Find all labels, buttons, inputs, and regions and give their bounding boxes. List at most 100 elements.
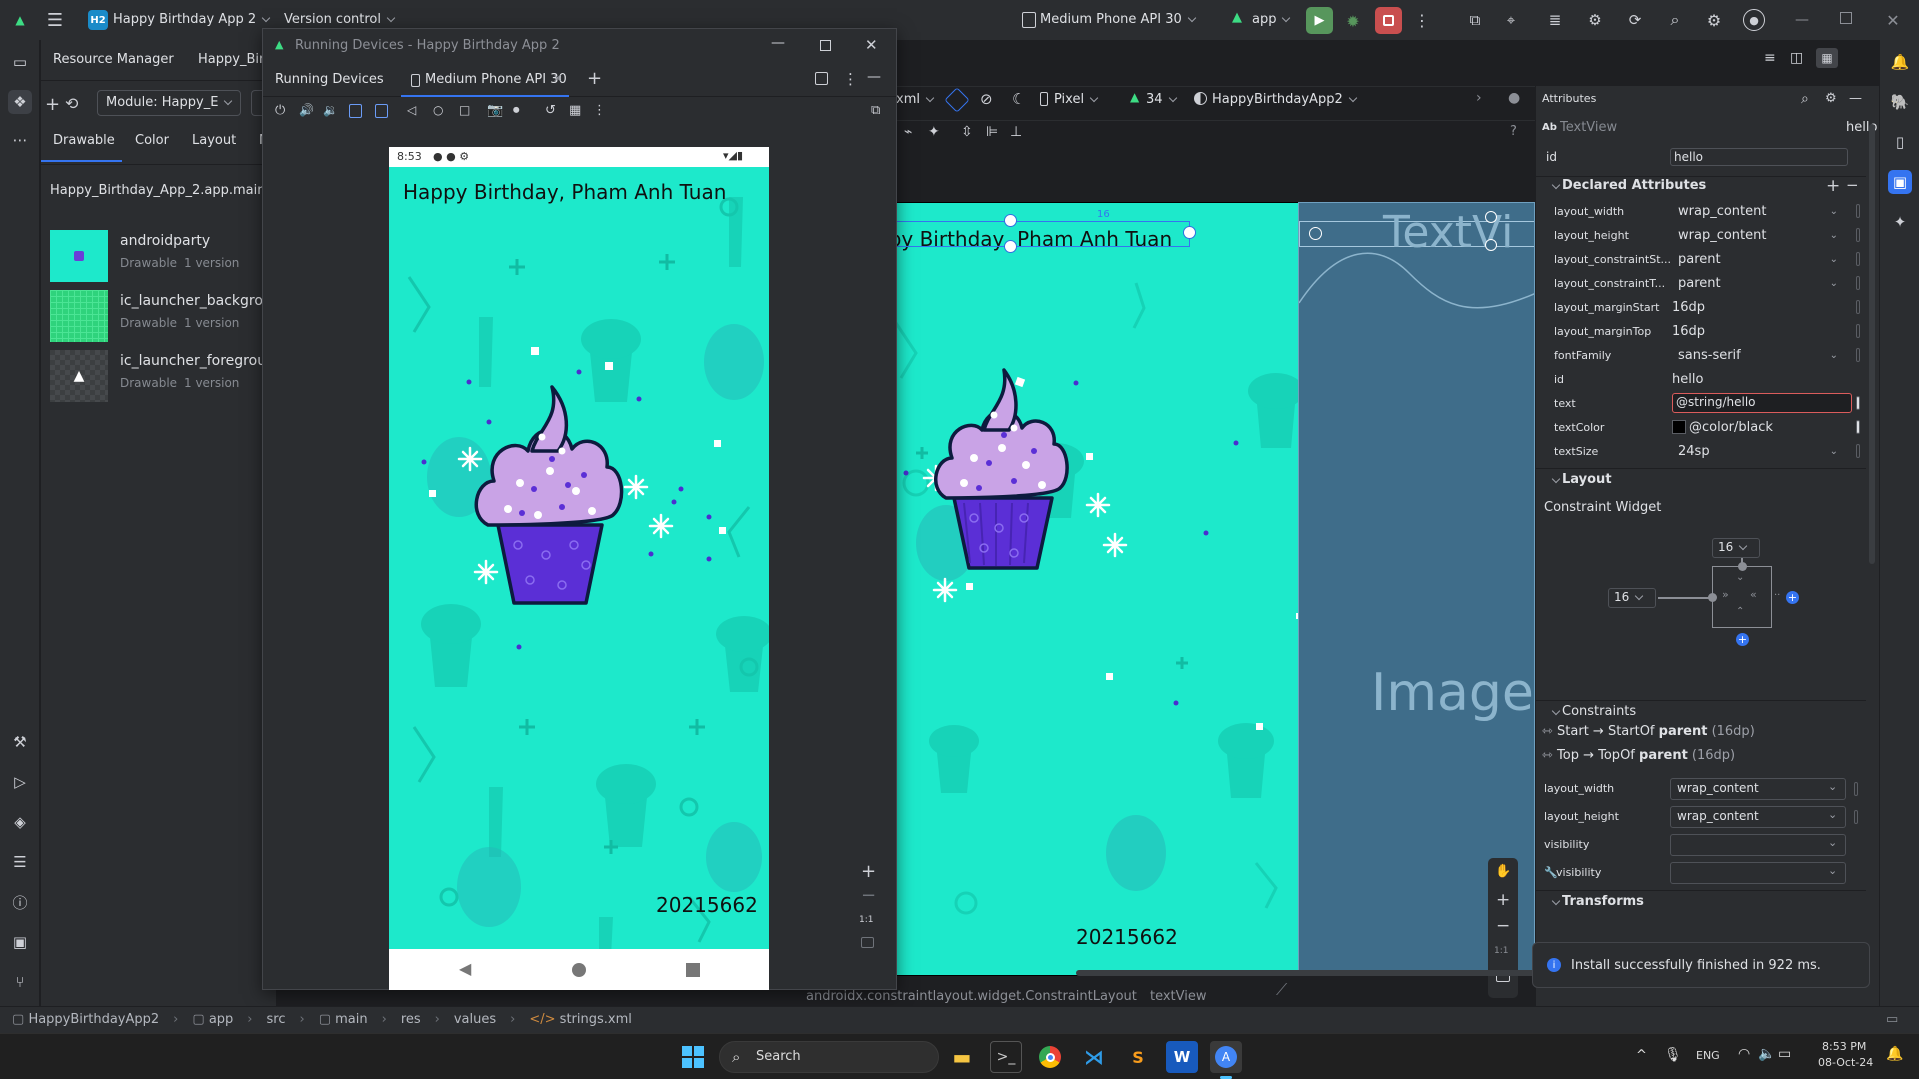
breadcrumb-values[interactable]: values — [454, 1012, 496, 1027]
size-row[interactable]: 🔧 visibility ⌄ — [1544, 862, 1864, 886]
tab-close-icon[interactable]: ✕ — [553, 72, 562, 85]
android-studio-taskbar-icon[interactable]: A — [1210, 1041, 1242, 1073]
breadcrumb-constraint-layout[interactable]: androidx.constraintlayout.widget.Constra… — [806, 989, 1137, 1004]
nav-recents-icon[interactable] — [686, 963, 700, 977]
attr-row[interactable]: text @string/hello — [1554, 391, 1874, 415]
chevron-down-icon[interactable]: ⌄ — [1828, 780, 1837, 793]
gradle-icon[interactable]: ⚙ — [1584, 10, 1606, 30]
more-actions-icon[interactable]: ⋮ — [1412, 9, 1432, 31]
attr-row[interactable]: fontFamily sans-serif ⌄ — [1554, 343, 1874, 367]
main-menu-icon[interactable]: ☰ — [45, 10, 65, 31]
vcs-selector[interactable]: Version control — [284, 12, 394, 27]
attributes-scrollbar[interactable] — [1869, 124, 1875, 564]
attr-row[interactable]: layout_marginStart 16dp — [1554, 295, 1874, 319]
blueprint-anchor[interactable] — [1485, 239, 1497, 251]
debug-icon[interactable]: ✹ — [1341, 9, 1365, 33]
blueprint-anchor[interactable] — [1485, 211, 1497, 223]
expand-toolbar-icon[interactable]: › — [1476, 90, 1482, 106]
attr-value[interactable]: wrap_content — [1678, 228, 1766, 243]
baseline-icon[interactable]: ⊥ — [1010, 124, 1022, 140]
nav-back-icon[interactable]: ◀ — [459, 959, 471, 978]
constraint-start[interactable]: ⇿ Start → StartOf parent (16dp) — [1542, 724, 1755, 739]
attr-row[interactable]: layout_width wrap_content ⌄ — [1554, 199, 1874, 223]
attr-value[interactable]: wrap_content — [1678, 204, 1766, 219]
window-close-icon[interactable]: ✕ — [865, 36, 878, 54]
transforms-collapse-icon[interactable] — [1546, 895, 1559, 910]
signature-textview-preview[interactable]: 20215662 — [1076, 925, 1178, 949]
word-icon[interactable]: W — [1166, 1041, 1198, 1073]
more-tools-icon[interactable]: ⋯ — [8, 128, 32, 152]
refresh-icon[interactable]: ⟲ — [65, 94, 78, 113]
layout-inspector-icon[interactable]: ▦ — [569, 103, 581, 118]
guidelines-icon[interactable]: ⇳ — [961, 124, 973, 140]
gradle-window-icon[interactable]: 🐘 — [1888, 90, 1912, 114]
pan-hand-icon[interactable]: ✋ — [1495, 864, 1511, 879]
zoom-out-icon[interactable]: − — [1496, 916, 1510, 936]
search-icon[interactable]: ⌕ — [1664, 10, 1686, 30]
home-icon[interactable]: ○ — [433, 103, 443, 117]
gemini-icon[interactable]: ✦ — [1888, 210, 1912, 234]
tab-layout[interactable]: Layout — [192, 133, 236, 148]
chevron-down-icon[interactable]: ⌄ — [1830, 350, 1838, 361]
install-notification[interactable]: i Install successfully finished in 922 m… — [1532, 942, 1870, 988]
attr-row[interactable]: layout_constraintSt... parent ⌄ — [1554, 247, 1874, 271]
run-config-selector[interactable]: app — [1252, 12, 1289, 27]
breadcrumb-src[interactable]: src — [267, 1012, 286, 1027]
attr-row[interactable]: textColor @color/black — [1554, 415, 1874, 439]
color-swatch[interactable] — [1672, 420, 1686, 434]
breadcrumb-main[interactable]: ▢ main — [319, 1012, 368, 1027]
attr-value[interactable]: parent — [1678, 276, 1721, 291]
more-device-actions-icon[interactable]: ⋮ — [593, 103, 606, 118]
wifi-icon[interactable]: ◠ — [1738, 1046, 1750, 1062]
tab-color[interactable]: Color — [135, 133, 169, 148]
notifications-icon[interactable]: 🔔 — [1888, 50, 1912, 74]
project-folder-icon[interactable]: ▭ — [8, 50, 32, 74]
help-icon[interactable]: ? — [1510, 124, 1517, 139]
phone-screen[interactable]: 8:53 ● ● ⚙ ▾◢▮ Happy Birthday, Pham Anh … — [389, 147, 769, 990]
chevron-down-icon[interactable]: ⌄ — [1828, 836, 1837, 849]
size-row[interactable]: layout_height wrap_content ⌄ — [1544, 806, 1864, 830]
zoom-actual-size[interactable]: 1:1 — [859, 915, 873, 925]
attr-value[interactable]: 24sp — [1678, 444, 1710, 459]
app-inspection-icon[interactable]: ⌖ — [1500, 10, 1522, 30]
zoom-fit-icon[interactable] — [861, 937, 874, 948]
attr-row[interactable]: textSize 24sp ⌄ — [1554, 439, 1874, 463]
logcat-window-icon[interactable]: ☰ — [8, 850, 32, 874]
breadcrumb-app[interactable]: ▢ app — [192, 1012, 233, 1027]
constraint-top[interactable]: ⇿ Top → TopOf parent (16dp) — [1542, 748, 1735, 763]
infer-constraints-icon[interactable]: ⌁ — [904, 124, 912, 140]
bottom-anchor-handle[interactable] — [1004, 240, 1017, 253]
clock-time[interactable]: 8:53 PM — [1822, 1040, 1866, 1053]
list-item[interactable]: ic_launcher_backgrou Drawable 1 version — [50, 290, 276, 346]
screen-record-icon[interactable]: ⏺ — [513, 103, 520, 118]
device-selector-design[interactable]: Pixel — [1054, 92, 1097, 107]
orientation-icon[interactable]: ⊘ — [980, 90, 993, 108]
terminal-app-icon[interactable]: >_ — [990, 1041, 1022, 1073]
file-type-selector[interactable]: xml — [896, 92, 933, 107]
back-icon[interactable]: ◁ — [407, 103, 416, 117]
nav-home-icon[interactable] — [572, 963, 586, 977]
chevron-down-icon[interactable]: ⌄ — [1828, 864, 1837, 877]
attr-row[interactable]: layout_marginTop 16dp — [1554, 319, 1874, 343]
attr-value[interactable]: @color/black — [1689, 420, 1773, 435]
size-row[interactable]: visibility ⌄ — [1544, 834, 1864, 858]
minimize-icon[interactable]: — — [1793, 10, 1811, 30]
list-item[interactable]: ▲ ic_launcher_foregroun Drawable 1 versi… — [50, 350, 276, 406]
declared-collapse-icon[interactable] — [1546, 179, 1559, 194]
split-view-icon[interactable]: ◫ — [1790, 50, 1803, 66]
status-widget-icon[interactable]: ▭ — [1886, 1012, 1898, 1027]
chrome-icon[interactable] — [1034, 1041, 1066, 1073]
close-icon[interactable]: ✕ — [1884, 10, 1902, 30]
app-quality-icon[interactable]: ◈ — [8, 810, 32, 834]
microphone-icon[interactable]: 🎙 — [1664, 1047, 1682, 1063]
tab-drawable[interactable]: Drawable — [53, 133, 115, 148]
hide-icon[interactable]: — — [867, 69, 881, 85]
top-constraint-dot[interactable] — [1738, 562, 1747, 571]
file-explorer-icon[interactable]: ▬ — [946, 1041, 978, 1073]
add-device-icon[interactable]: + — [587, 68, 602, 89]
align-icon[interactable]: ⊫ — [986, 124, 998, 140]
layout-collapse-icon[interactable] — [1546, 473, 1559, 488]
zoom-actual-size[interactable]: 1:1 — [1494, 946, 1508, 956]
volume-up-icon[interactable]: 🔊 — [299, 103, 314, 117]
run-window-icon[interactable]: ▷ — [8, 770, 32, 794]
